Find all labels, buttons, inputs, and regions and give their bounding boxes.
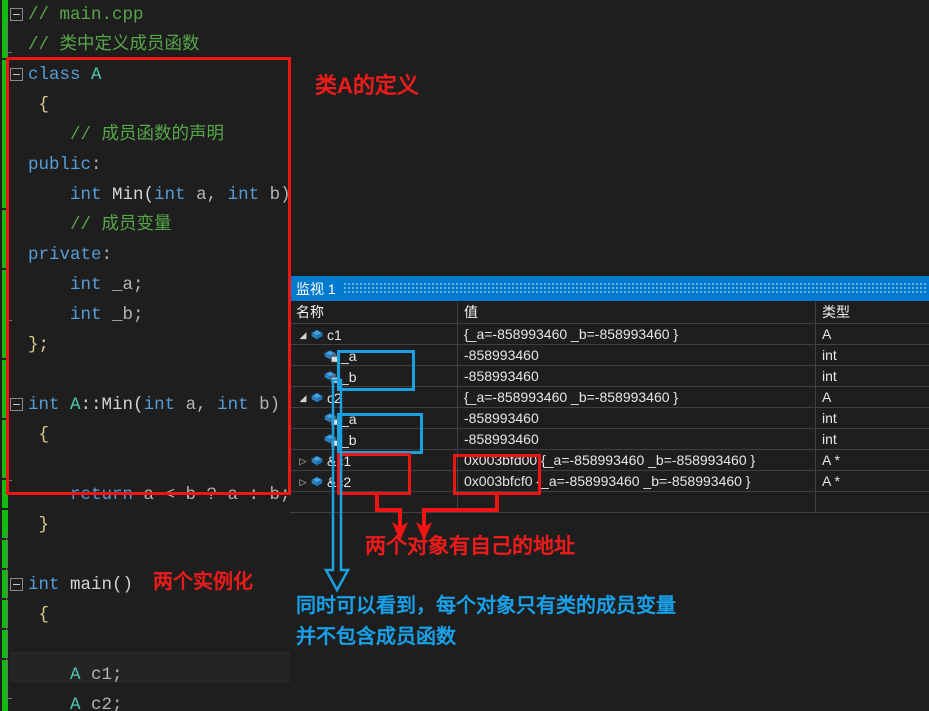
watch-row[interactable]: ◢ c1 {_a=-858993460 _b=-858993460 } A [290,324,929,345]
highlight-box-c2-members [337,413,423,454]
change-indicator-bar [2,600,8,628]
change-indicator-bar [2,0,8,58]
column-header-value[interactable]: 值 [458,301,816,323]
watch-cell-type [816,492,929,512]
watch-cell-name[interactable]: ◢ c1 [290,324,458,344]
code-line[interactable]: // 类中定义成员函数 [10,30,290,60]
code-line[interactable]: A c1; [10,660,290,690]
code-line[interactable]: // main.cpp [10,0,290,30]
watch-cell-type: A [822,389,832,405]
tree-expanded-icon[interactable]: ◢ [296,388,310,407]
private-field-icon [324,434,338,447]
code-line-text: { [28,605,50,625]
column-header-type[interactable]: 类型 [816,301,929,323]
highlight-box-address-names [337,453,411,495]
watch-column-header-row: 名称 值 类型 [290,301,929,324]
watch-cell-value[interactable]: -858993460 [458,366,816,386]
private-field-icon [324,413,338,426]
object-icon [310,329,324,341]
tree-collapsed-icon[interactable]: ▷ [296,451,310,470]
watch-cell-value[interactable]: {_a=-858993460 _b=-858993460 } [458,324,816,344]
watch-window-title: 监视 1 [296,280,336,297]
object-icon [310,392,324,404]
change-indicator-bar [2,630,8,658]
object-icon [310,476,324,488]
change-indicator-bar [2,510,8,538]
change-indicator-bar [2,660,8,711]
object-icon [310,455,324,467]
code-line[interactable] [10,630,290,660]
private-field-icon [324,350,338,363]
watch-cell-name[interactable] [290,492,458,512]
watch-cell-type: int [822,410,837,426]
annotation-two-instances: 两个实例化 [153,571,253,593]
watch-cell-value[interactable]: -858993460 [458,408,816,428]
code-line-text: int main() [28,575,134,595]
watch-cell-type: A * [822,452,840,468]
watch-cell-value[interactable]: {_a=-858993460 _b=-858993460 } [458,387,816,407]
code-line-text: // 类中定义成员函数 [28,35,200,55]
annotation-note-line-2: 并不包含成员函数 [296,626,456,648]
tree-expanded-icon[interactable]: ◢ [296,325,310,344]
annotation-two-objects-addresses: 两个对象有自己的地址 [365,535,575,558]
highlight-box-class-definition [6,57,291,495]
watch-row[interactable] [290,492,929,513]
annotation-note-line-1: 同时可以看到，每个对象只有类的成员变量 [296,595,676,617]
watch-cell-type: A * [822,473,840,489]
watch-row-name-label: c1 [327,326,342,343]
annotation-class-definition: 类A的定义 [315,73,419,98]
watch-row-name-label: c2 [327,389,342,406]
code-line[interactable]: A c2; [10,690,290,711]
code-line[interactable]: } [10,510,290,540]
watch-cell-type: int [822,431,837,447]
fold-guide-line [6,22,7,52]
fold-guide-foot [6,698,12,699]
watch-cell-type: A [822,326,832,342]
change-indicator-bar [2,570,8,598]
watch-cell-value[interactable] [458,492,816,512]
highlight-box-c1-members [337,350,415,391]
code-line[interactable]: { [10,600,290,630]
code-line-text: // main.cpp [28,5,144,25]
column-header-name[interactable]: 名称 [290,301,458,323]
tree-collapsed-icon[interactable]: ▷ [296,472,310,491]
code-line-text: A c1; [70,665,123,685]
title-bar-drag-pattern[interactable] [344,283,927,294]
watch-cell-value[interactable]: -858993460 [458,429,816,449]
fold-collapse-icon[interactable] [10,578,23,591]
watch-cell-type: int [822,347,837,363]
watch-cell-type: int [822,368,837,384]
private-field-icon [324,371,338,384]
watch-window-title-bar[interactable]: 监视 1 [290,276,929,301]
fold-collapse-icon[interactable] [10,8,23,21]
fold-guide-foot [6,52,12,53]
code-line-text: } [28,515,50,535]
watch-cell-value[interactable]: -858993460 [458,345,816,365]
fold-guide-line [6,532,7,698]
highlight-box-address-values [453,454,541,495]
change-indicator-bar [2,540,8,568]
code-line-text: A c2; [70,695,123,711]
screenshot-root: // main.cpp// 类中定义成员函数 class A { // 成员函数的… [0,0,929,711]
